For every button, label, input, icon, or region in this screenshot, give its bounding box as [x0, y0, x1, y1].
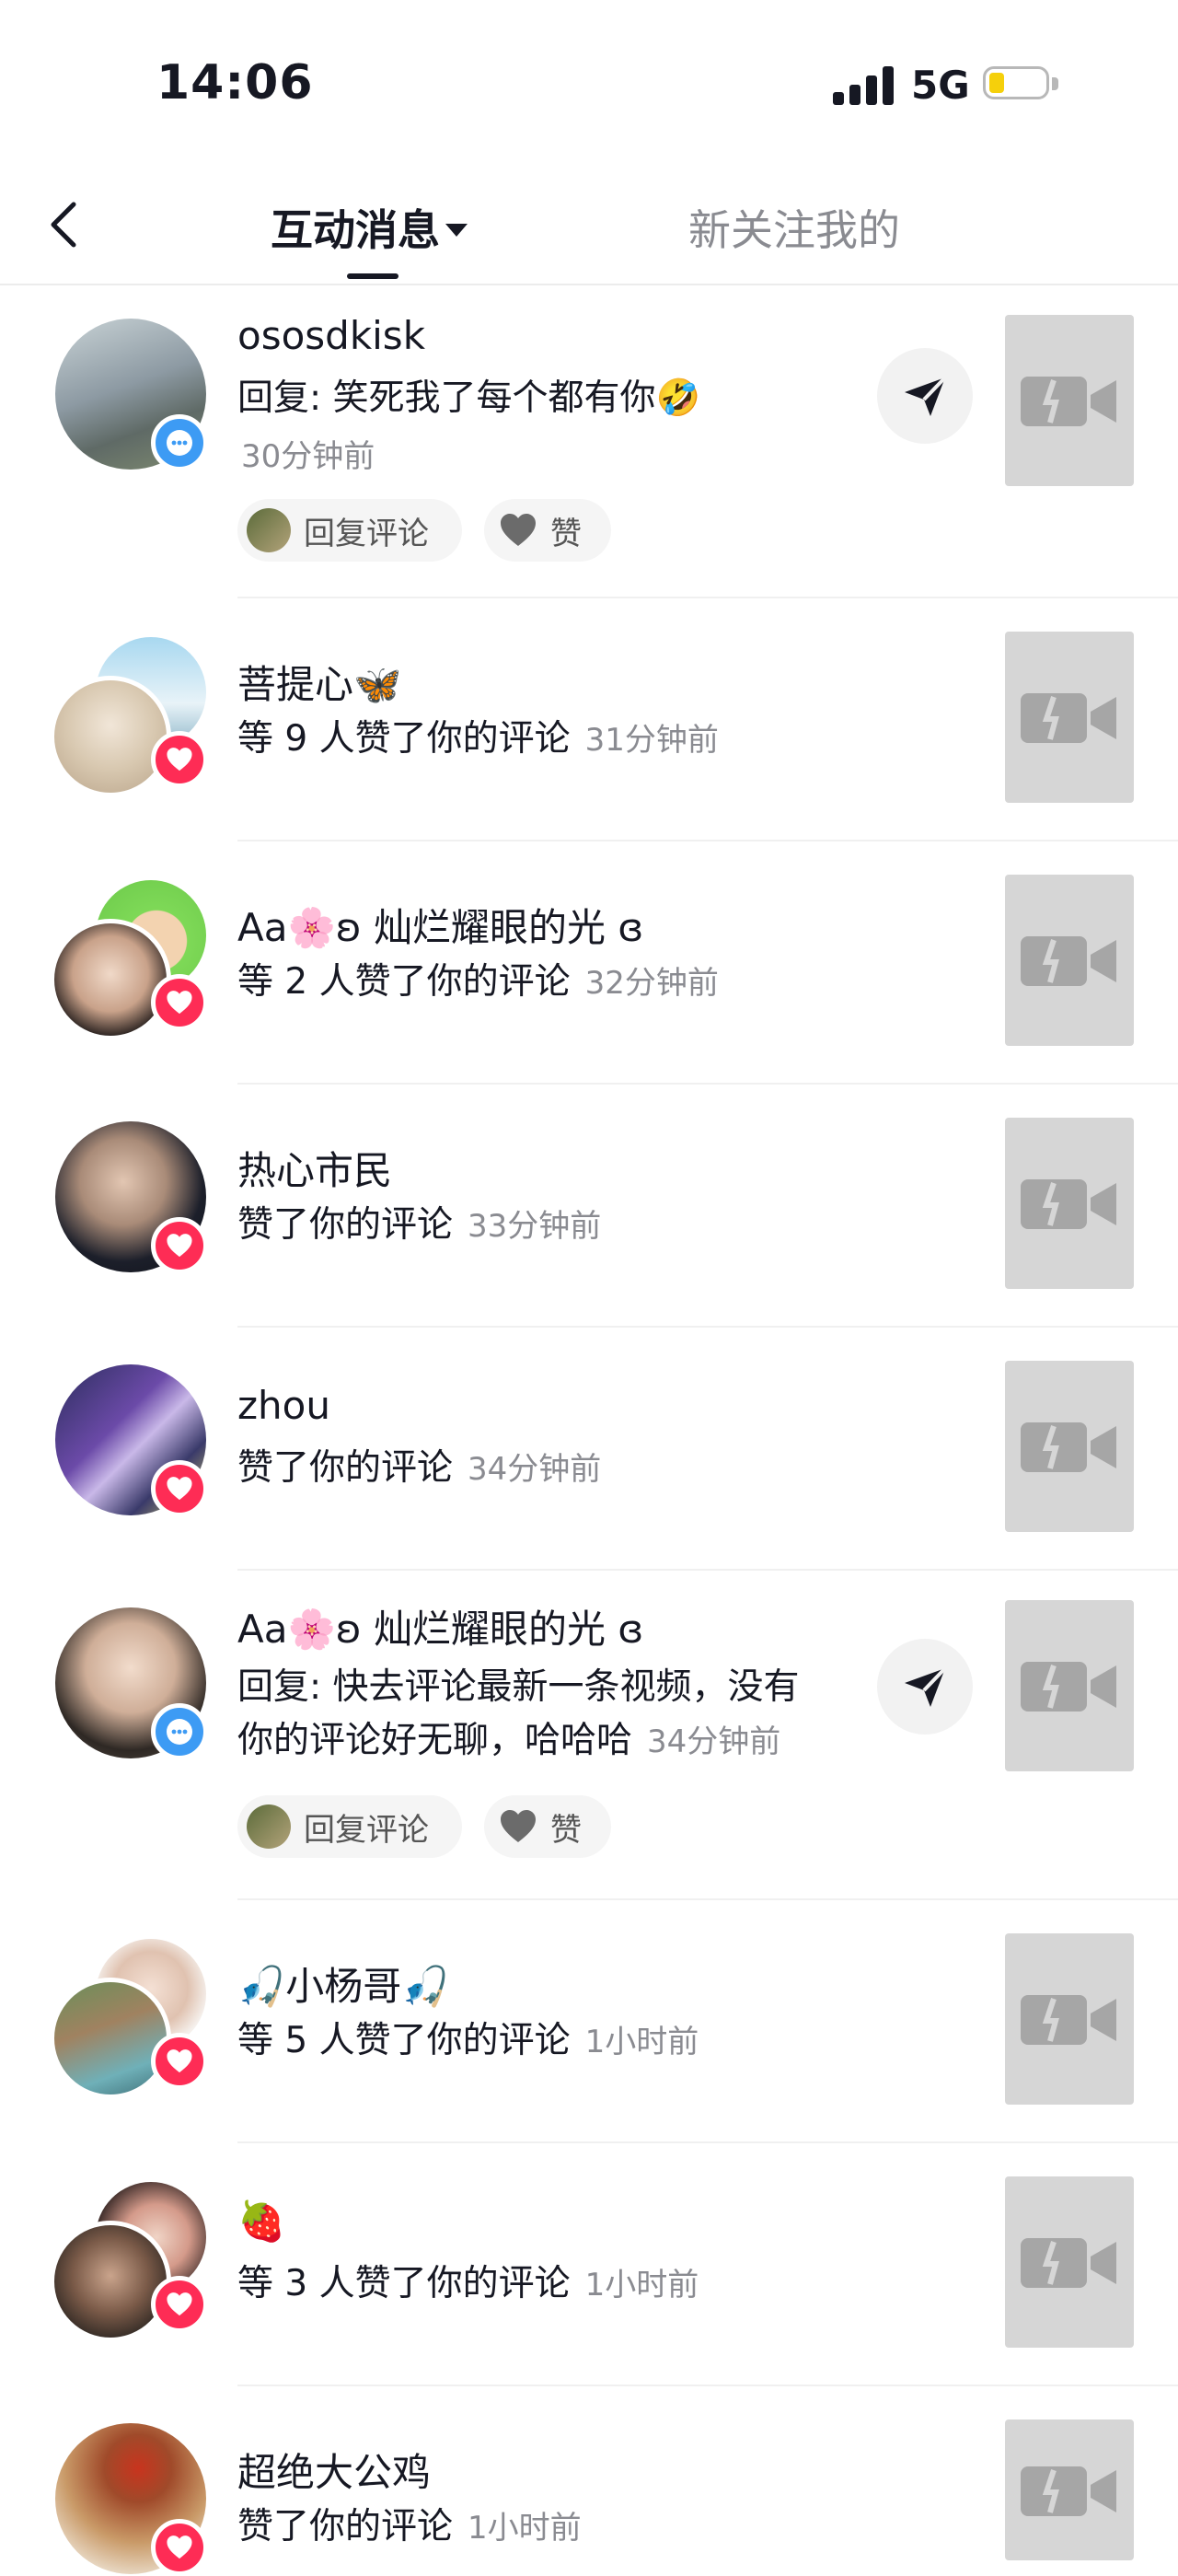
- notification-text: 赞了你的评论 34分钟前: [237, 1447, 602, 1489]
- tab-interactions[interactable]: 互动消息: [271, 197, 468, 258]
- notification-text: 等 5 人赞了你的评论 1小时前: [237, 2020, 699, 2061]
- tab-interactions-label: 互动消息: [271, 205, 440, 255]
- status-bar: 14:06 5G: [0, 0, 1178, 166]
- notification-item[interactable]: 超绝大公鸡 赞了你的评论 1小时前: [0, 2386, 1178, 2576]
- mini-avatar: [247, 508, 291, 552]
- video-thumbnail[interactable]: [1005, 1118, 1134, 1289]
- video-unavailable-icon: [1021, 2466, 1116, 2516]
- status-time: 14:06: [156, 55, 314, 110]
- reply-comment-button[interactable]: 回复评论: [237, 499, 462, 562]
- timestamp: 1小时前: [468, 2510, 582, 2547]
- notification-text: 回复: 快去评论最新一条视频，没有 你的评论好无聊，哈哈哈 34分钟前: [237, 1666, 800, 1761]
- reply-comment-button[interactable]: 回复评论: [237, 1795, 462, 1858]
- send-button[interactable]: [877, 348, 973, 444]
- signal-icon: [833, 64, 895, 105]
- like-label: 赞: [550, 1811, 582, 1849]
- video-unavailable-icon: [1021, 377, 1116, 426]
- avatar[interactable]: [50, 2221, 171, 2342]
- heart-badge-icon: [151, 974, 208, 1031]
- notification-text: 赞了你的评论 33分钟前: [237, 1204, 602, 1246]
- reply-comment-label: 回复评论: [304, 1811, 429, 1849]
- notification-item[interactable]: 热心市民 赞了你的评论 33分钟前: [0, 1085, 1178, 1328]
- heart-icon: [501, 514, 536, 546]
- mini-avatar: [247, 1804, 291, 1849]
- video-unavailable-icon: [1021, 693, 1116, 743]
- like-label: 赞: [550, 515, 582, 552]
- heart-badge-icon: [151, 2519, 208, 2576]
- like-button[interactable]: 赞: [484, 1795, 611, 1858]
- back-button[interactable]: [40, 199, 92, 250]
- video-thumbnail[interactable]: [1005, 2419, 1134, 2560]
- timestamp: 34分钟前: [647, 1723, 781, 1760]
- username[interactable]: 🍓: [237, 2199, 285, 2245]
- username[interactable]: Aa🌸ʚ 灿烂耀眼的光 ɞ: [237, 897, 643, 953]
- video-unavailable-icon: [1021, 936, 1116, 986]
- username[interactable]: zhou: [237, 1383, 330, 1428]
- video-unavailable-icon: [1021, 2238, 1116, 2288]
- timestamp: 31分钟前: [584, 722, 719, 759]
- reply-comment-label: 回复评论: [304, 515, 429, 552]
- comment-badge-icon: [151, 414, 208, 471]
- caret-down-icon: [445, 223, 468, 237]
- tab-new-followers[interactable]: 新关注我的: [688, 197, 900, 258]
- notification-item[interactable]: 菩提心🦋 等 9 人赞了你的评论 31分钟前: [0, 598, 1178, 841]
- notification-item[interactable]: 🍓 等 3 人赞了你的评论 1小时前: [0, 2143, 1178, 2386]
- avatar[interactable]: [50, 676, 171, 797]
- video-thumbnail[interactable]: [1005, 315, 1134, 486]
- notification-item[interactable]: 🎣小杨哥🎣 等 5 人赞了你的评论 1小时前: [0, 1900, 1178, 2143]
- chevron-left-icon: [51, 202, 76, 248]
- video-unavailable-icon: [1021, 1995, 1116, 2045]
- notification-item[interactable]: Aa🌸ʚ 灿烂耀眼的光 ɞ 回复: 快去评论最新一条视频，没有 你的评论好无聊，…: [0, 1571, 1178, 1900]
- network-type: 5G: [911, 63, 970, 108]
- notification-item[interactable]: ososdkisk 回复: 笑死我了每个都有你🤣 30分钟前 回复评论 赞: [0, 285, 1178, 598]
- heart-badge-icon: [151, 731, 208, 788]
- notification-text: 回复: 笑死我了每个都有你🤣: [237, 377, 701, 419]
- avatar[interactable]: [50, 1978, 171, 2099]
- video-thumbnail[interactable]: [1005, 875, 1134, 1046]
- like-button[interactable]: 赞: [484, 499, 611, 562]
- video-thumbnail[interactable]: [1005, 632, 1134, 803]
- video-thumbnail[interactable]: [1005, 2176, 1134, 2348]
- timestamp: 32分钟前: [584, 965, 719, 1002]
- video-unavailable-icon: [1021, 1422, 1116, 1472]
- video-unavailable-icon: [1021, 1662, 1116, 1712]
- username[interactable]: Aa🌸ʚ 灿烂耀眼的光 ɞ: [237, 1598, 643, 1654]
- username[interactable]: 🎣小杨哥🎣: [237, 1955, 450, 2012]
- comment-badge-icon: [151, 1703, 208, 1760]
- notification-text: 等 3 人赞了你的评论 1小时前: [237, 2263, 699, 2304]
- video-thumbnail[interactable]: [1005, 1361, 1134, 1532]
- timestamp: 33分钟前: [468, 1208, 602, 1245]
- timestamp: 34分钟前: [468, 1451, 602, 1488]
- username[interactable]: 超绝大公鸡: [237, 2442, 431, 2498]
- send-button[interactable]: [877, 1639, 973, 1735]
- send-icon: [905, 376, 947, 416]
- heart-badge-icon: [151, 2033, 208, 2090]
- battery-icon: [983, 66, 1062, 103]
- heart-icon: [501, 1810, 536, 1842]
- username[interactable]: 菩提心🦋: [237, 654, 401, 710]
- notification-text: 赞了你的评论 1小时前: [237, 2506, 582, 2547]
- username[interactable]: ososdkisk: [237, 313, 425, 358]
- send-icon: [905, 1666, 947, 1707]
- notification-text: 等 9 人赞了你的评论 31分钟前: [237, 718, 719, 760]
- notification-item[interactable]: Aa🌸ʚ 灿烂耀眼的光 ɞ 等 2 人赞了你的评论 32分钟前: [0, 841, 1178, 1085]
- heart-badge-icon: [151, 1460, 208, 1517]
- video-thumbnail[interactable]: [1005, 1933, 1134, 2105]
- timestamp: 30分钟前: [241, 438, 375, 475]
- username[interactable]: 热心市民: [237, 1140, 392, 1196]
- avatar[interactable]: [50, 919, 171, 1040]
- active-tab-indicator: [347, 273, 398, 279]
- tab-new-followers-label: 新关注我的: [688, 205, 900, 255]
- top-nav: 互动消息 新关注我的: [0, 166, 1178, 285]
- timestamp: 1小时前: [584, 2024, 699, 2060]
- video-unavailable-icon: [1021, 1179, 1116, 1229]
- notification-item[interactable]: zhou 赞了你的评论 34分钟前: [0, 1328, 1178, 1571]
- heart-badge-icon: [151, 1217, 208, 1274]
- heart-badge-icon: [151, 2276, 208, 2333]
- notification-text: 等 2 人赞了你的评论 32分钟前: [237, 961, 719, 1003]
- timestamp: 1小时前: [584, 2267, 699, 2303]
- video-thumbnail[interactable]: [1005, 1600, 1134, 1771]
